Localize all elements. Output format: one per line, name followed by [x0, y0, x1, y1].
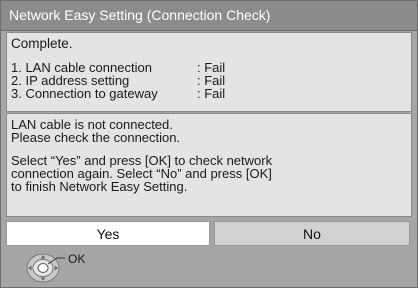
check-result: : Fail [197, 86, 226, 101]
dialog-window: Network Easy Setting (Connection Check) … [0, 0, 418, 288]
no-button[interactable]: No [214, 221, 410, 246]
check-list: 1. LAN cable connection : Fail 2. IP add… [11, 61, 401, 100]
title-bar: Network Easy Setting (Connection Check) [1, 1, 417, 31]
message-line: Please check the connection. [11, 130, 181, 145]
remote-dpad-icon [26, 253, 65, 283]
status-panel: Complete. 1. LAN cable connection : Fail… [6, 32, 412, 112]
ok-hint-label: OK [68, 252, 86, 266]
status-text: Complete. [11, 36, 73, 51]
yes-button[interactable]: Yes [6, 221, 210, 246]
check-row: 3. Connection to gateway : Fail [11, 87, 401, 100]
message-panel: LAN cable is not connected. Please check… [6, 113, 412, 217]
message-line: to finish Network Easy Setting. [11, 179, 188, 194]
check-label: 3. Connection to gateway [11, 86, 158, 101]
dialog-title: Network Easy Setting (Connection Check) [9, 7, 271, 23]
